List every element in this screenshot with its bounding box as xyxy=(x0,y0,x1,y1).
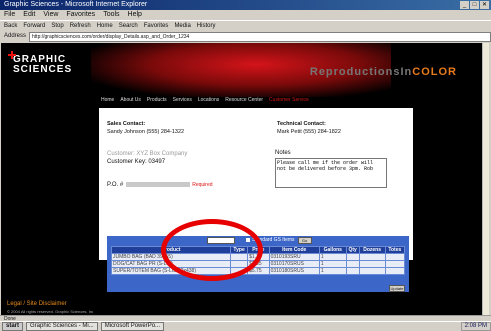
go-button[interactable]: Go xyxy=(297,236,312,244)
window-controls: _ □ ✕ xyxy=(460,1,489,9)
po-label: P.O. # xyxy=(107,182,124,189)
col-gallons[interactable]: Gallons xyxy=(318,246,347,254)
notes-section: Notes Please call me if the order will n… xyxy=(275,150,387,188)
refresh-button[interactable]: Refresh xyxy=(70,21,91,31)
cell-dozens[interactable] xyxy=(358,260,386,268)
nav-resource-center[interactable]: Resource Center xyxy=(225,97,263,104)
start-button[interactable]: start xyxy=(2,322,24,331)
site-header: GRAPHIC SCIENCES ReproductionsInCOLOR xyxy=(1,43,483,97)
menu-favorites[interactable]: Favorites xyxy=(66,10,95,20)
cell-qty[interactable] xyxy=(345,260,360,268)
legal-link[interactable]: Legal / Site Disclaimer xyxy=(7,301,67,307)
update-button[interactable]: Update xyxy=(389,285,405,292)
menu-bar: File Edit View Favorites Tools Help xyxy=(0,10,491,20)
nav-about[interactable]: About Us xyxy=(120,97,141,104)
nav-home[interactable]: Home xyxy=(101,97,114,104)
customer-info: Customer: XYZ Box Company Customer Key: … xyxy=(107,150,267,166)
nav-customer-service[interactable]: Customer Service xyxy=(269,97,309,104)
col-dozens[interactable]: Dozens xyxy=(358,246,386,254)
close-icon[interactable]: ✕ xyxy=(480,1,489,9)
maximize-icon[interactable]: □ xyxy=(470,1,479,9)
favorites-button[interactable]: Favorites xyxy=(144,21,169,31)
brand-banner: ReproductionsInCOLOR xyxy=(310,66,457,78)
table-footer: Update xyxy=(107,284,409,292)
toolbar: Back Forward Stop Refresh Home Search Fa… xyxy=(0,20,491,31)
minimize-icon[interactable]: _ xyxy=(460,1,469,9)
clock: 2:08 PM xyxy=(460,322,491,331)
menu-help[interactable]: Help xyxy=(128,10,142,20)
cell-gallons[interactable]: 1 xyxy=(318,253,347,261)
menu-edit[interactable]: Edit xyxy=(23,10,35,20)
cell-gallons[interactable]: 1 xyxy=(318,260,347,268)
vertical-scrollbar[interactable] xyxy=(482,43,489,315)
cell-totes[interactable] xyxy=(384,253,406,261)
stop-button[interactable]: Stop xyxy=(51,21,63,31)
tech-label: Technical Contact: xyxy=(277,121,326,127)
back-button[interactable]: Back xyxy=(4,21,17,31)
menu-view[interactable]: View xyxy=(43,10,58,20)
cell-qty[interactable] xyxy=(345,253,360,261)
col-totes[interactable]: Totes xyxy=(384,246,406,254)
address-label: Address xyxy=(4,33,27,39)
menu-file[interactable]: File xyxy=(4,10,15,20)
cell-dozens[interactable] xyxy=(358,267,386,275)
nav-locations[interactable]: Locations xyxy=(198,97,219,104)
window-title: Graphic Sciences - Microsoft Internet Ex… xyxy=(4,1,148,8)
po-row: P.O. # Required xyxy=(107,182,213,188)
brand-prefix: ReproductionsIn xyxy=(309,66,413,78)
copyright-text: © 2004 All rights reserved. Graphic Scie… xyxy=(7,309,96,314)
cell-totes[interactable] xyxy=(384,260,406,268)
title-bar: Graphic Sciences - Microsoft Internet Ex… xyxy=(0,0,491,10)
site-nav: Home About Us Products Services Location… xyxy=(1,97,483,104)
technical-contact: Technical Contact: Mark Petit (555) 284-… xyxy=(277,120,417,136)
address-input[interactable]: http://graphicsciences.com/order/display… xyxy=(29,31,491,42)
customer-name: Customer: XYZ Box Company xyxy=(107,151,188,157)
cell-gallons[interactable]: 1 xyxy=(318,267,347,275)
menu-tools[interactable]: Tools xyxy=(103,10,119,20)
page-viewport: GRAPHIC SCIENCES ReproductionsInCOLOR Ho… xyxy=(1,43,489,315)
sales-contact: Sales Contact: Sandy Johnson (555) 284-1… xyxy=(107,120,247,136)
nav-products[interactable]: Products xyxy=(147,97,167,104)
table-row: SUPER/TOTEM BAG (S-LIB 22x438) $5.75 031… xyxy=(110,267,406,275)
cell-dozens[interactable] xyxy=(358,253,386,261)
tech-value: Mark Petit (555) 284-1822 xyxy=(277,129,341,135)
nav-services[interactable]: Services xyxy=(173,97,192,104)
home-button[interactable]: Home xyxy=(97,21,113,31)
taskbar-item-browser[interactable]: Graphic Sciences - Mi... xyxy=(26,322,98,331)
brand-color-word: COLOR xyxy=(412,66,457,78)
customer-key: Customer Key: 03497 xyxy=(107,159,166,165)
forward-button[interactable]: Forward xyxy=(23,21,45,31)
left-panel: Legal / Site Disclaimer © 2004 All right… xyxy=(1,104,96,315)
sales-value: Sandy Johnson (555) 284-1322 xyxy=(107,129,185,135)
cell-item-code: 0310180SRUS xyxy=(268,267,320,275)
search-button[interactable]: Search xyxy=(119,21,138,31)
notes-textarea[interactable]: Please call me if the order will not be … xyxy=(275,158,387,188)
col-qty[interactable]: Qty xyxy=(345,246,360,254)
address-bar: Address http://graphicsciences.com/order… xyxy=(0,31,491,42)
cell-totes[interactable] xyxy=(384,267,406,275)
media-button[interactable]: Media xyxy=(174,21,190,31)
cross-icon xyxy=(8,51,16,59)
logo-line-2: SCIENCES xyxy=(13,64,73,75)
po-required: Required xyxy=(192,182,213,189)
cell-item-code: 0310170SRUS xyxy=(268,260,320,268)
site-logo[interactable]: GRAPHIC SCIENCES xyxy=(8,51,73,75)
content-area: Sales Contact: Sandy Johnson (555) 284-1… xyxy=(93,104,483,315)
history-button[interactable]: History xyxy=(197,21,216,31)
highlight-circle xyxy=(161,219,263,281)
cell-qty[interactable] xyxy=(345,267,360,275)
taskbar-item-powerpoint[interactable]: Microsoft PowerPo... xyxy=(100,322,165,331)
cell-item-code: 0310193SRU xyxy=(268,253,320,261)
sales-label: Sales Contact: xyxy=(107,121,146,127)
col-item-code[interactable]: Item Code xyxy=(268,246,320,254)
notes-label: Notes xyxy=(275,150,291,156)
taskbar: start Graphic Sciences - Mi... Microsoft… xyxy=(0,321,491,331)
browser-window: Graphic Sciences - Microsoft Internet Ex… xyxy=(0,0,491,331)
po-input[interactable] xyxy=(126,182,191,187)
